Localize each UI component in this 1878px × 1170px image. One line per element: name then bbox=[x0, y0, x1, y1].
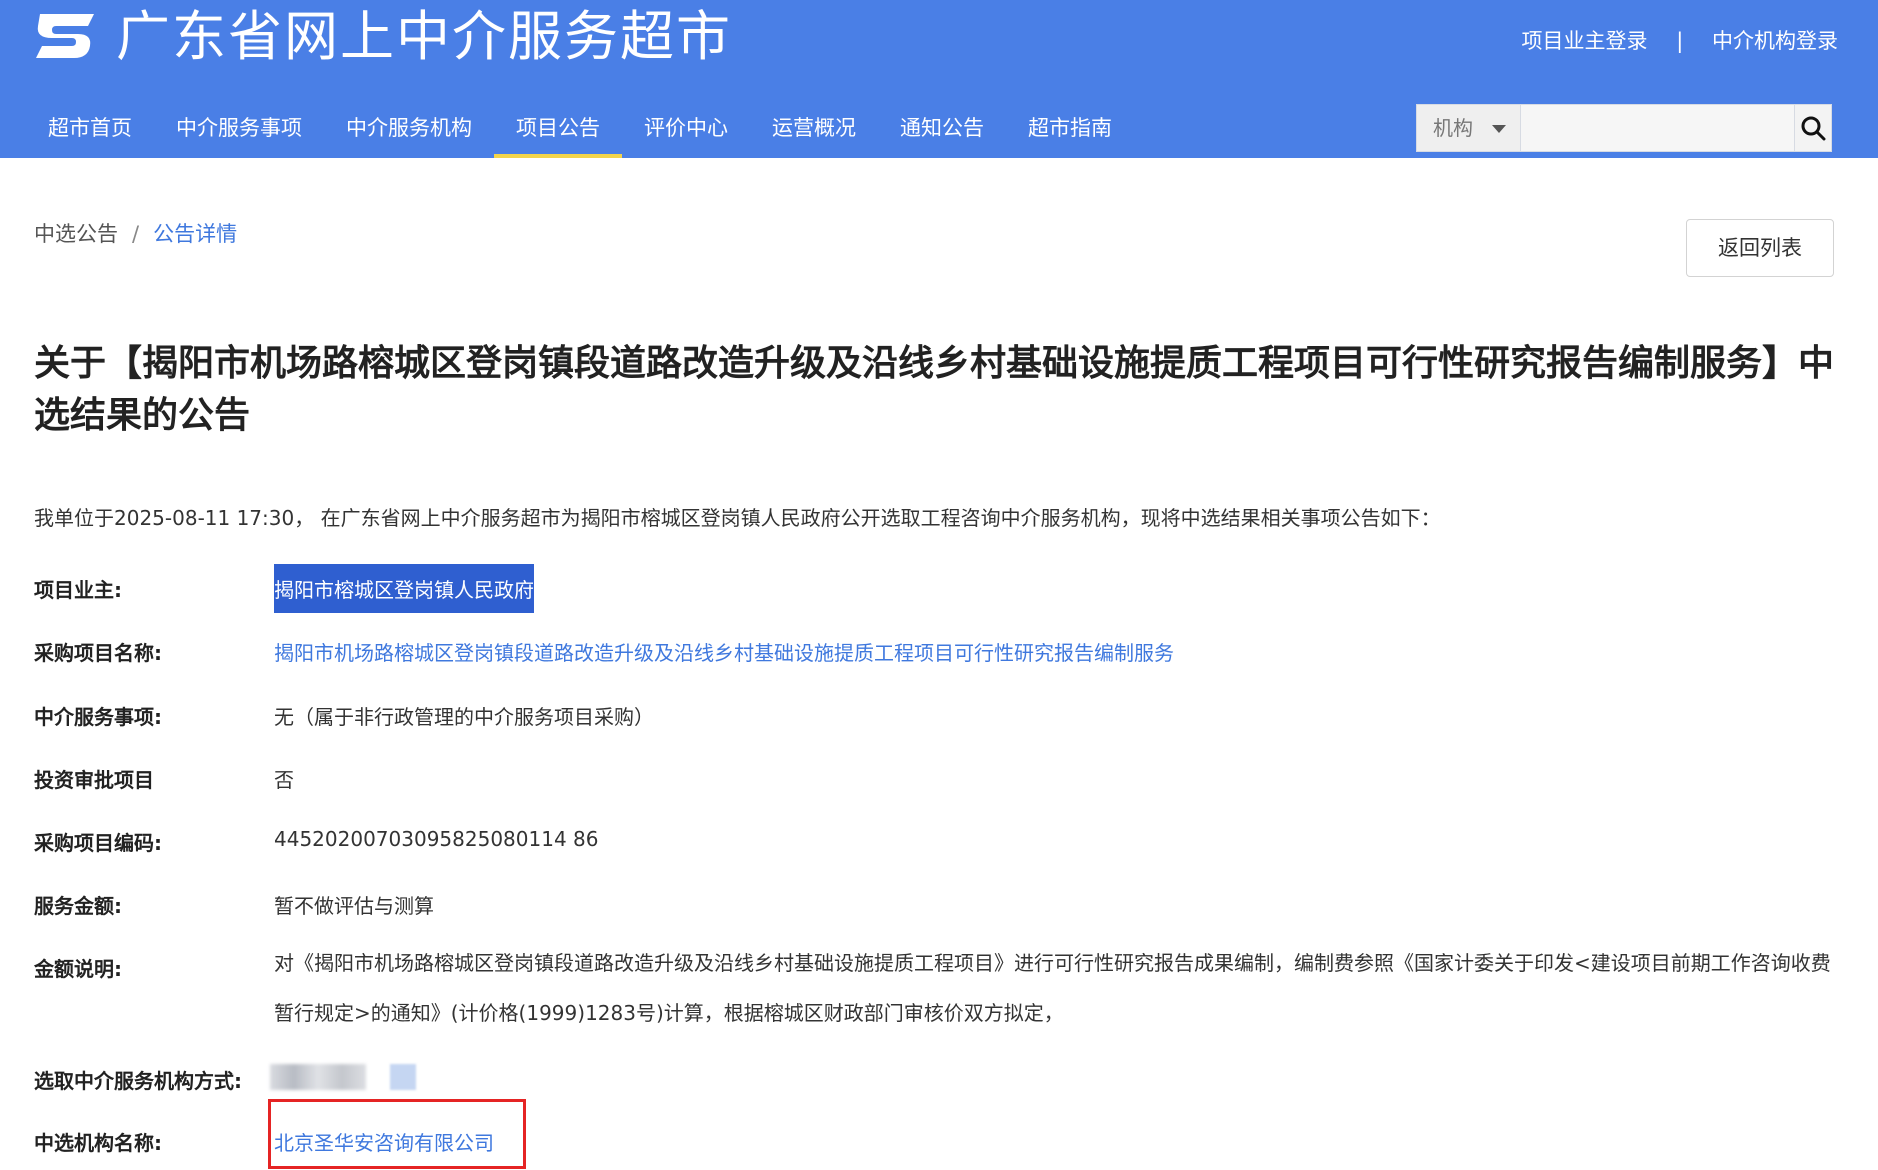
nav-item-evaluation-center[interactable]: 评价中心 bbox=[622, 106, 750, 158]
service-item-value: 无（属于非行政管理的中介服务项目采购） bbox=[274, 705, 654, 729]
search-button[interactable] bbox=[1794, 105, 1831, 151]
nav-item-operations-overview[interactable]: 运营概况 bbox=[750, 106, 878, 158]
nav-item-notices[interactable]: 通知公告 bbox=[878, 106, 1006, 158]
search-type-select[interactable]: 机构 bbox=[1417, 105, 1522, 151]
login-bar: 项目业主登录 | 中介机构登录 bbox=[1522, 24, 1838, 58]
amount-note-label: 金额说明: bbox=[34, 957, 122, 981]
site-header: 广东省网上中介服务超市 项目业主登录 | 中介机构登录 超市首页 中介服务事项 … bbox=[0, 0, 1878, 158]
selection-method-label: 选取中介服务机构方式: bbox=[34, 1069, 242, 1093]
site-title: 广东省网上中介服务超市 bbox=[116, 5, 732, 68]
selection-method-value-redacted bbox=[270, 1063, 416, 1090]
breadcrumb-parent[interactable]: 中选公告 bbox=[34, 222, 118, 246]
nav-item-service-agencies[interactable]: 中介服务机构 bbox=[324, 106, 494, 158]
annotation-highlight-box bbox=[268, 1099, 526, 1169]
breadcrumb-separator: / bbox=[132, 222, 140, 246]
agency-login-link[interactable]: 中介机构登录 bbox=[1712, 29, 1838, 53]
project-name-link[interactable]: 揭阳市机场路榕城区登岗镇段道路改造升级及沿线乡村基础设施提质工程项目可行性研究报… bbox=[274, 637, 1174, 666]
investment-value: 否 bbox=[274, 768, 294, 792]
project-code-value: 44520200703095825080114 86 bbox=[274, 827, 599, 851]
project-code-label: 采购项目编码: bbox=[34, 831, 162, 855]
redacted-block bbox=[390, 1063, 416, 1090]
amount-label: 服务金额: bbox=[34, 894, 122, 918]
redacted-block bbox=[270, 1063, 366, 1090]
investment-label: 投资审批项目 bbox=[34, 768, 154, 792]
amount-value: 暂不做评估与测算 bbox=[274, 894, 434, 918]
search-input[interactable] bbox=[1521, 105, 1795, 151]
owner-login-link[interactable]: 项目业主登录 bbox=[1522, 29, 1648, 53]
amount-note-value: 对《揭阳市机场路榕城区登岗镇段道路改造升级及沿线乡村基础设施提质工程项目》进行可… bbox=[274, 951, 1831, 1025]
page-title: 关于【揭阳市机场路榕城区登岗镇段道路改造升级及沿线乡村基础设施提质工程项目可行性… bbox=[34, 343, 1835, 436]
breadcrumb: 中选公告 / 公告详情 bbox=[34, 218, 237, 248]
owner-value: 揭阳市榕城区登岗镇人民政府 bbox=[274, 564, 534, 613]
main-nav: 超市首页 中介服务事项 中介服务机构 项目公告 评价中心 运营概况 通知公告 超… bbox=[26, 106, 1134, 158]
intro-text: 我单位于2025-08-11 17:30， 在广东省网上中介服务超市为揭阳市榕城… bbox=[34, 506, 1441, 530]
nav-item-project-announcements[interactable]: 项目公告 bbox=[494, 106, 622, 158]
nav-item-service-items[interactable]: 中介服务事项 bbox=[154, 106, 324, 158]
project-name-label: 采购项目名称: bbox=[34, 641, 162, 665]
search-icon bbox=[1801, 116, 1826, 141]
winner-label: 中选机构名称: bbox=[34, 1131, 162, 1155]
nav-item-home[interactable]: 超市首页 bbox=[26, 106, 154, 158]
caret-down-icon bbox=[1492, 125, 1507, 133]
nav-item-guide[interactable]: 超市指南 bbox=[1006, 106, 1134, 158]
search-type-value: 机构 bbox=[1433, 116, 1473, 140]
search-box: 机构 bbox=[1416, 104, 1832, 152]
owner-label: 项目业主: bbox=[34, 578, 122, 602]
service-item-label: 中介服务事项: bbox=[34, 705, 162, 729]
login-separator: | bbox=[1676, 29, 1684, 53]
logo-icon[interactable] bbox=[32, 10, 100, 62]
breadcrumb-current[interactable]: 公告详情 bbox=[153, 222, 237, 246]
back-to-list-button[interactable]: 返回列表 bbox=[1686, 219, 1834, 277]
